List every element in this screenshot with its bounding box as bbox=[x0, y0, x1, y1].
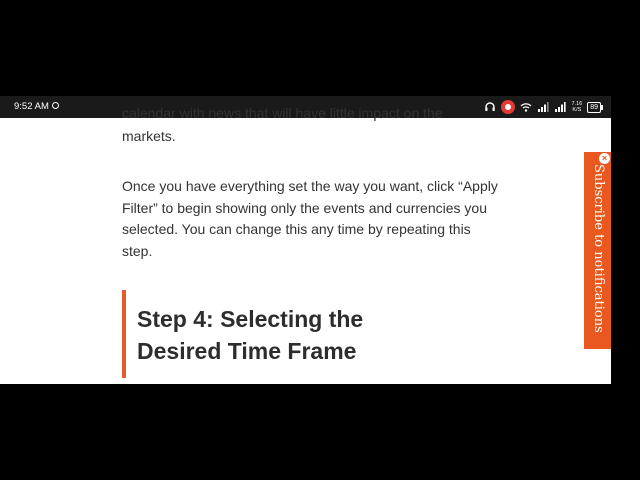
subscribe-label: Subscribe to notifications bbox=[591, 164, 606, 333]
screen-recording-icon bbox=[501, 100, 516, 114]
subscribe-notifications-button[interactable]: Subscribe to notifications × bbox=[584, 152, 611, 349]
network-speed-unit: K/S bbox=[572, 107, 582, 113]
paragraph-markets-line: markets. bbox=[122, 128, 176, 144]
status-time: 9:52 AM bbox=[14, 101, 49, 112]
record-indicator-icon bbox=[52, 102, 59, 109]
heading-line-1: Step 4: Selecting the bbox=[137, 306, 364, 332]
battery-icon: 89 bbox=[587, 101, 603, 113]
signal-icon-1 bbox=[538, 102, 550, 112]
heading-text: Step 4: Selecting the Desired Time Frame bbox=[137, 290, 482, 367]
section-heading: Step 4: Selecting the Desired Time Frame bbox=[122, 290, 482, 378]
paragraph-partial-line: calendar with news that will have little… bbox=[122, 105, 443, 121]
phone-screen: 9:52 AM 7.16 K/S 89 calendar with news t… bbox=[0, 96, 611, 384]
paragraph-apply-filter: Once you have everything set the way you… bbox=[122, 178, 498, 259]
close-icon[interactable]: × bbox=[599, 153, 610, 164]
headset-icon bbox=[485, 102, 496, 111]
status-icons: 7.16 K/S 89 bbox=[484, 99, 603, 115]
heading-line-2: Desired Time Frame bbox=[137, 338, 357, 364]
network-speed: 7.16 K/S bbox=[571, 101, 582, 113]
signal-icon-2 bbox=[555, 102, 567, 112]
wifi-icon bbox=[521, 103, 532, 112]
